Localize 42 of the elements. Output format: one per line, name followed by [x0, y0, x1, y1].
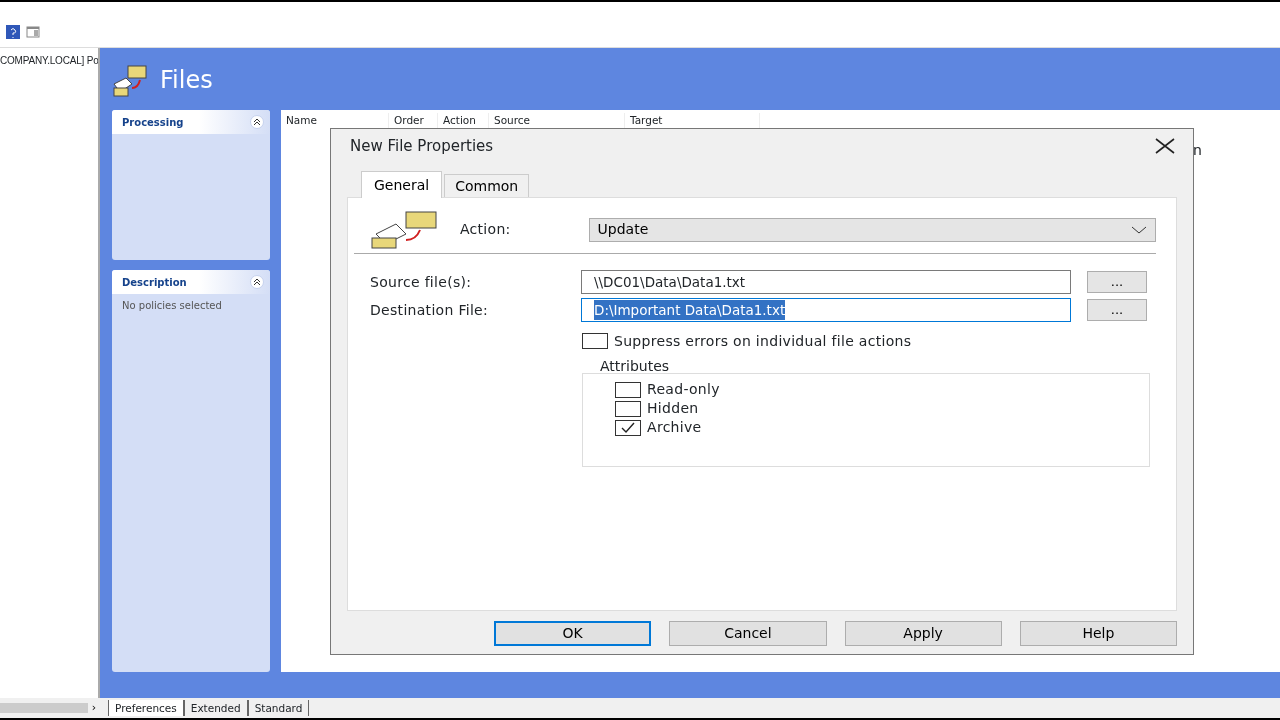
checkbox[interactable] — [615, 400, 641, 417]
dialog-tab[interactable]: Common — [444, 174, 530, 197]
checkbox-label: Suppress errors on individual file actions — [614, 331, 912, 351]
checkbox[interactable] — [615, 419, 641, 436]
field-label: Action: — [459, 220, 511, 239]
list-text: n — [1193, 141, 1202, 160]
dialog-button[interactable]: OK — [494, 621, 652, 646]
dialog-title: New File Properties — [350, 135, 494, 157]
caret-icon — [1131, 226, 1147, 234]
checkbox[interactable] — [582, 333, 608, 349]
checkbox-label: Read-only — [647, 380, 720, 399]
dialog-button[interactable]: Apply — [844, 621, 1002, 646]
page-title: Files — [160, 65, 213, 96]
checkbox-label: Archive — [647, 418, 702, 437]
pane-text: No policies selected — [121, 299, 223, 313]
browse-button[interactable]: ... — [1087, 299, 1147, 321]
checkbox-label: Hidden — [647, 399, 699, 418]
sheet-tab[interactable]: Extended — [183, 700, 248, 716]
dialog-button[interactable]: Cancel — [669, 621, 827, 646]
collapse-button[interactable] — [250, 115, 264, 129]
dialog-tab[interactable]: General — [361, 171, 443, 198]
checkbox[interactable] — [615, 381, 641, 398]
help-icon[interactable] — [6, 24, 20, 39]
sheet-tab[interactable]: Standard — [247, 700, 310, 716]
chevron-icon — [253, 278, 261, 286]
field-label: Destination File: — [370, 300, 490, 320]
action-dropdown[interactable]: Update — [588, 217, 1156, 242]
pane-title: Description — [122, 275, 187, 290]
destination-field[interactable]: D:\Important Data\Data1.txt — [581, 298, 1071, 322]
tree-item[interactable]: COMPANY.LOCAL] Po — [0, 53, 98, 68]
source-field[interactable]: \\DC01\Data\Data1.txt — [581, 270, 1071, 294]
scrollbar[interactable] — [0, 703, 88, 713]
sheet-tab[interactable]: Preferences — [108, 700, 184, 716]
browse-button[interactable]: ... — [1087, 271, 1147, 293]
group-title: Attributes — [599, 357, 671, 376]
pane-icon[interactable] — [26, 24, 40, 39]
field-label: Source file(s): — [370, 272, 473, 292]
chevron-icon — [253, 118, 261, 126]
collapse-button[interactable] — [250, 275, 264, 289]
pane-title: Processing — [122, 115, 184, 130]
files-icon — [370, 209, 440, 250]
dialog-button[interactable]: Help — [1019, 621, 1177, 646]
